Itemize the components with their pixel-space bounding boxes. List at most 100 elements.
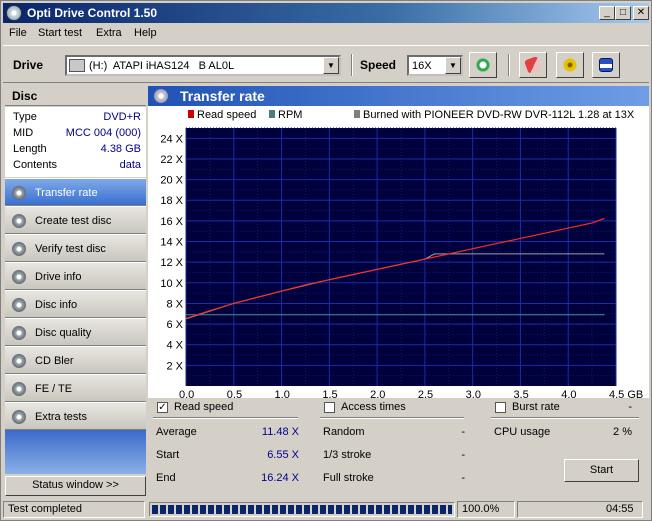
nav-cd-bler[interactable]: CD Bler [5,346,146,374]
nav-fe-te[interactable]: FE / TE [5,374,146,402]
nav-label: Disc info [35,299,78,311]
nav-transfer-rate[interactable]: Transfer rate [5,178,146,206]
progress-fill [152,505,452,514]
random-value: - [461,426,465,438]
end-value: 16.24 X [261,472,299,484]
y-tick-label: 20 X [160,175,183,187]
window-title: Opti Drive Control 1.50 [27,6,158,20]
burst-rate-checkbox[interactable] [495,402,506,413]
disc-info: Type DVD+R MID MCC 004 (000) Length 4.38… [5,107,146,177]
menu-bar: File Start test Extra Help [3,24,649,42]
x-tick-label: 3.0 [466,389,481,398]
refresh-icon [476,58,490,72]
nav-label: Drive info [35,271,82,283]
status-bar: Test completed 100.0% 04:55 [3,500,649,519]
nav-label: Extra tests [35,411,87,423]
disc-icon [12,270,26,284]
gear-icon [563,58,577,72]
start-button[interactable]: Start [564,459,639,482]
access-times-checkbox[interactable] [324,402,335,413]
disc-value: DVD+R [103,111,141,123]
full-stroke-label: Full stroke [323,472,374,484]
status-window-button[interactable]: Status window >> [5,476,146,496]
disc-key: Contents [13,159,58,171]
toolbar-separator [351,54,353,76]
y-tick-label: 2 X [166,360,183,372]
disc-key: Type [13,111,37,123]
x-tick-label: 4.0 [561,389,576,398]
disc-key: MID [13,127,34,139]
menu-extra[interactable]: Extra [96,27,122,39]
y-tick-label: 24 X [160,133,183,145]
eraser-icon [524,56,542,74]
drive-icon [69,59,85,72]
speed-select-value: 16X [412,60,432,72]
chevron-down-icon[interactable]: ▼ [445,57,461,74]
transfer-rate-chart: Read speed RPM Burned with PIONEER DVD-RW … [160,109,643,398]
nav-disc-info[interactable]: Disc info [5,290,146,318]
third-stroke-label: 1/3 stroke [323,449,372,461]
toolbar: Drive (H:) ATAPI iHAS124 B AL0L ▼ Speed … [3,45,649,83]
disc-icon [12,186,26,200]
y-tick-label: 12 X [160,257,183,269]
nav-disc-quality[interactable]: Disc quality [5,318,146,346]
burst-rate-label: Burst rate [512,401,560,413]
y-tick-label: 14 X [160,237,183,249]
x-tick-label: 1.5 [322,389,337,398]
legend-swatch [188,110,194,118]
average-value: 11.48 X [261,426,299,438]
minimize-button[interactable]: _ [599,6,615,20]
y-tick-label: 18 X [160,195,183,207]
nav-label: Verify test disc [35,243,106,255]
legend-label: Burned with PIONEER DVD-RW DVR-112L 1.28… [363,109,635,121]
x-tick-label: 2.5 [418,389,433,398]
y-tick-label: 4 X [166,340,183,352]
disc-row-type: Type DVD+R [5,109,146,125]
nav-drive-info[interactable]: Drive info [5,262,146,290]
right-panel: Transfer rate Read speed RPM Burned with P… [148,86,649,496]
disc-icon [12,298,26,312]
menu-help[interactable]: Help [134,27,157,39]
app-window: Opti Drive Control 1.50 _ □ ✕ File Start… [0,0,652,521]
third-stroke-value: - [461,449,465,461]
drive-select-value: (H:) ATAPI iHAS124 B AL0L [89,60,235,72]
save-icon [599,58,613,72]
disc-row-length: Length 4.38 GB [5,141,146,157]
nav-label: CD Bler [35,355,74,367]
nav-extra-tests[interactable]: Extra tests [5,402,146,430]
disc-icon [6,5,22,21]
title-bar: Opti Drive Control 1.50 _ □ ✕ [3,3,649,23]
x-tick-label: 4.5 GB [609,389,643,398]
divider [320,417,464,419]
erase-button[interactable] [519,52,547,78]
disc-row-contents: Contents data [5,157,146,173]
close-button[interactable]: ✕ [633,6,649,20]
disc-value: data [119,159,141,171]
speed-label: Speed [360,58,397,72]
disc-value: 4.38 GB [100,143,141,155]
read-speed-label: Read speed [174,401,234,413]
menu-start-test[interactable]: Start test [38,27,82,39]
speed-select[interactable]: 16X ▼ [407,55,463,76]
read-speed-checkbox[interactable]: ✓ [157,402,168,413]
chevron-down-icon[interactable]: ▼ [323,57,339,74]
settings-button[interactable] [556,52,584,78]
maximize-button[interactable]: □ [615,6,631,20]
nav-create-test-disc[interactable]: Create test disc [5,206,146,234]
disc-icon [12,382,26,396]
burst-rate-value: - [628,401,632,413]
panel-title: Transfer rate [180,88,265,104]
y-tick-label: 16 X [160,216,183,228]
average-label: Average [156,426,197,438]
nav-verify-test-disc[interactable]: Verify test disc [5,234,146,262]
x-tick-label: 3.5 [513,389,528,398]
save-button[interactable] [592,52,620,78]
x-tick-label: 0.0 [179,389,194,398]
y-tick-label: 8 X [166,298,183,310]
divider [491,417,639,419]
drive-select[interactable]: (H:) ATAPI iHAS124 B AL0L ▼ [65,55,341,76]
nav-label: Transfer rate [35,187,98,199]
refresh-button[interactable] [469,52,497,78]
menu-file[interactable]: File [9,27,27,39]
full-stroke-value: - [461,472,465,484]
